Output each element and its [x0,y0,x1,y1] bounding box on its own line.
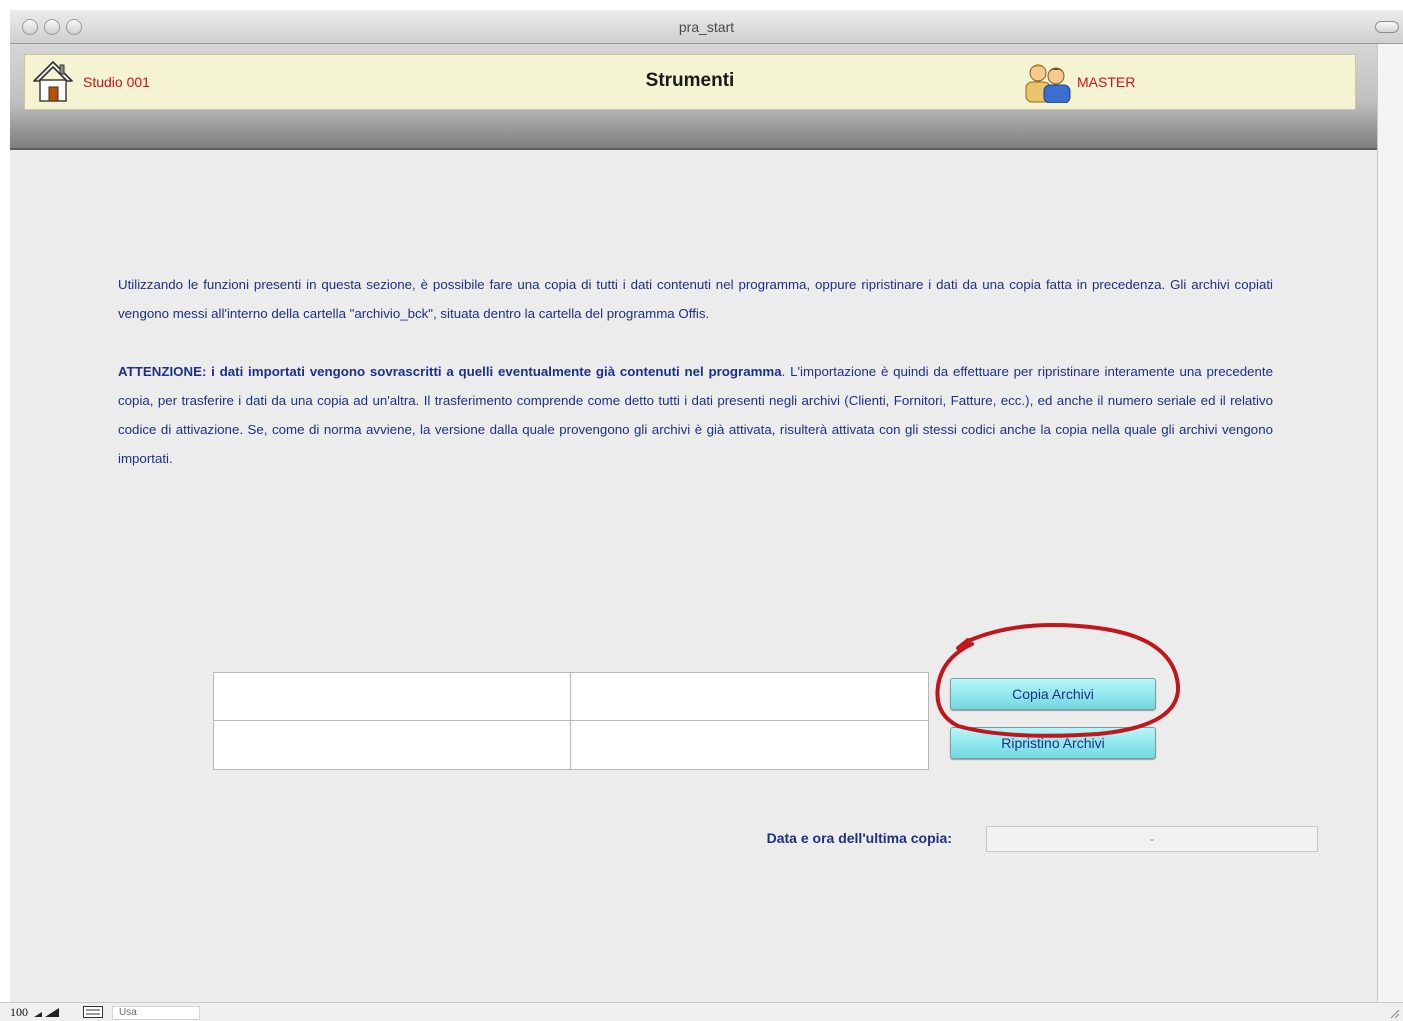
user-label: MASTER [1077,74,1136,90]
users-icon [1025,64,1071,103]
zoom-level: 100 [10,1005,28,1019]
mode-indicator[interactable]: Usa [112,1006,200,1020]
last-copy-field: - [986,826,1318,852]
toolbar-toggle-button[interactable] [1375,21,1399,33]
warning-heading: ATTENZIONE: i dati importati vengono sov… [118,364,782,379]
warning-paragraph: ATTENZIONE: i dati importati vengono sov… [118,357,1273,473]
layout-toggle-icon[interactable] [83,1006,103,1018]
section-description: Utilizzando le funzioni presenti in ques… [118,270,1273,502]
grid-cell [571,721,928,769]
copia-archivi-button[interactable]: Copia Archivi [950,678,1156,710]
header-panel: Studio 001 Strumenti MASTER [24,54,1356,110]
window-title-bar[interactable]: pra_start [10,10,1403,44]
ripristino-archivi-button[interactable]: Ripristino Archivi [950,727,1156,759]
archive-grid [213,672,929,770]
header-band: Studio 001 Strumenti MASTER [10,44,1377,150]
resize-grip-icon[interactable] [1388,1007,1400,1019]
grid-cell [214,721,571,769]
grid-cell [214,673,571,721]
window-title: pra_start [678,19,735,35]
status-bar: 100 Usa [0,1002,1403,1021]
vertical-scrollbar[interactable] [1377,44,1403,1002]
warning-text: . L'importazione è quindi da effettuare … [118,364,1273,466]
main-content: Studio 001 Strumenti MASTER Utilizzando … [10,44,1377,1002]
page-title: Strumenti [645,70,735,91]
zoom-control-icon[interactable] [33,1006,63,1018]
description-paragraph: Utilizzando le funzioni presenti in ques… [118,277,1273,321]
grid-cell [571,673,928,721]
last-copy-label: Data e ora dell'ultima copia: [766,830,952,846]
